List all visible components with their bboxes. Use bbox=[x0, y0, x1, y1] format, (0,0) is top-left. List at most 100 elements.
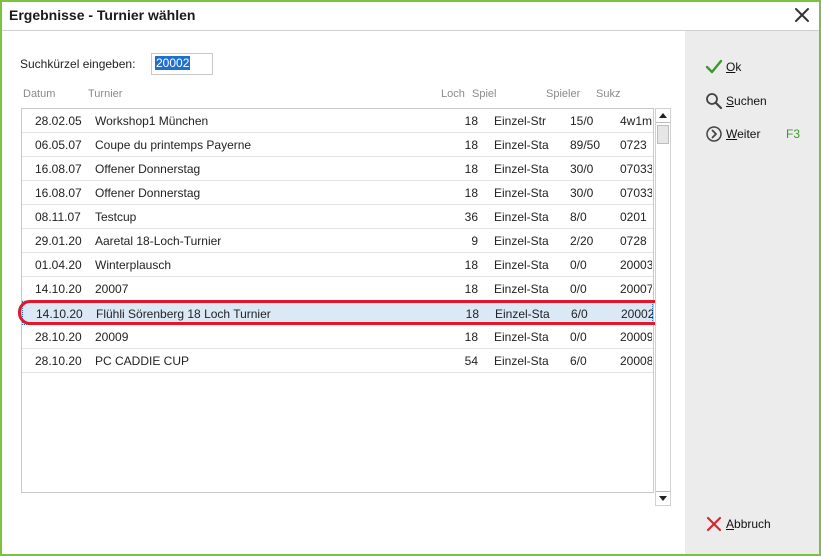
cell-spieler: 30/0 bbox=[570, 186, 594, 200]
table-row[interactable]: 16.08.07 Offener Donnerstag 18 Einzel-Sta 30… bbox=[22, 157, 653, 181]
cell-loch: 36 bbox=[464, 210, 478, 224]
cell-turnier: Offener Donnerstag bbox=[95, 186, 201, 200]
cell-spieler: 2/20 bbox=[570, 234, 594, 248]
suchen-button[interactable]: Suchen bbox=[705, 91, 767, 111]
cell-spiel: Einzel-Sta bbox=[494, 186, 549, 200]
table-row[interactable]: 29.01.20 Aaretal 18-Loch-Turnier 9 Einzel-S… bbox=[22, 229, 653, 253]
cell-spieler: 6/0 bbox=[570, 354, 587, 368]
cell-loch: 18 bbox=[464, 114, 478, 128]
cell-spiel: Einzel-Sta bbox=[494, 210, 549, 224]
cell-spiel: Einzel-Sta bbox=[494, 282, 549, 296]
tournament-list[interactable]: 28.02.05 Workshop1 München 18 Einzel-Str 15/… bbox=[21, 108, 654, 493]
cell-loch: 54 bbox=[464, 354, 478, 368]
ok-label-rest: k bbox=[735, 60, 742, 74]
table-row-selected[interactable]: 14.10.20 Flühli Sörenberg 18 Loch Turnier… bbox=[22, 301, 653, 325]
column-header-turnier[interactable]: Turnier bbox=[88, 88, 122, 100]
cell-turnier: Workshop1 München bbox=[95, 114, 209, 128]
column-header-spiel[interactable]: Spiel bbox=[472, 88, 496, 100]
cell-spieler: 8/0 bbox=[570, 210, 587, 224]
cell-sukz: 20009 bbox=[620, 330, 652, 344]
column-header-loch[interactable]: Loch bbox=[441, 88, 465, 100]
cell-spieler: 89/50 bbox=[570, 138, 601, 152]
cell-spieler: 0/0 bbox=[570, 258, 587, 272]
column-header-datum[interactable]: Datum bbox=[23, 88, 55, 100]
table-row[interactable]: 16.08.07 Offener Donnerstag 18 Einzel-Sta 30… bbox=[22, 181, 653, 205]
chevron-circle-icon bbox=[706, 126, 722, 142]
table-row[interactable]: 28.10.20 20009 18 Einzel-Sta 0/0 20009 bbox=[22, 325, 653, 349]
cell-loch: 18 bbox=[464, 282, 478, 296]
cell-sukz: 4w1m bbox=[620, 114, 652, 128]
cell-datum: 28.02.05 bbox=[35, 114, 82, 128]
cross-icon bbox=[706, 516, 722, 532]
cell-datum: 16.08.07 bbox=[35, 186, 82, 200]
action-panel: Ok Suchen Weiter F3 Abbruch bbox=[685, 31, 819, 554]
cell-spiel: Einzel-Sta bbox=[494, 258, 549, 272]
check-icon bbox=[705, 59, 723, 74]
suchen-label-rest: uchen bbox=[734, 94, 767, 108]
title-bar: Ergebnisse - Turnier wählen bbox=[2, 2, 819, 31]
table-row[interactable]: 01.04.20 Winterplausch 18 Einzel-Sta 0/0 2000… bbox=[22, 253, 653, 277]
cell-loch: 18 bbox=[464, 162, 478, 176]
cell-loch: 18 bbox=[464, 258, 478, 272]
cell-spieler: 0/0 bbox=[570, 282, 587, 296]
table-row[interactable]: 28.02.05 Workshop1 München 18 Einzel-Str 15/… bbox=[22, 109, 653, 133]
cell-datum: 14.10.20 bbox=[35, 282, 82, 296]
column-header-spieler[interactable]: Spieler bbox=[546, 88, 580, 100]
cell-spiel: Einzel-Sta bbox=[494, 234, 549, 248]
ok-button[interactable]: Ok bbox=[705, 57, 741, 77]
ok-label-mnemonic: O bbox=[726, 60, 736, 74]
cell-loch: 18 bbox=[464, 186, 478, 200]
weiter-label-mnemonic: W bbox=[726, 127, 738, 141]
scroll-thumb[interactable] bbox=[657, 125, 669, 144]
cell-sukz: 20008 bbox=[620, 354, 652, 368]
cell-sukz: 20007 bbox=[620, 282, 652, 296]
cell-sukz: 20003 bbox=[620, 258, 652, 272]
cell-turnier: Flühli Sörenberg 18 Loch Turnier bbox=[96, 307, 271, 321]
scroll-up-arrow-icon[interactable] bbox=[656, 109, 670, 123]
abbruch-button[interactable]: Abbruch bbox=[705, 514, 771, 534]
cell-turnier: 20009 bbox=[95, 330, 129, 344]
cell-turnier: Coupe du printemps Payerne bbox=[95, 138, 252, 152]
cell-turnier: Aaretal 18-Loch-Turnier bbox=[95, 234, 222, 248]
cell-sukz: 20002 bbox=[621, 307, 653, 321]
cell-spiel: Einzel-Sta bbox=[494, 354, 549, 368]
cell-spieler: 30/0 bbox=[570, 162, 594, 176]
cell-datum: 16.08.07 bbox=[35, 162, 82, 176]
cell-datum: 14.10.20 bbox=[36, 307, 83, 321]
cell-datum: 28.10.20 bbox=[35, 330, 82, 344]
cell-spieler: 15/0 bbox=[570, 114, 594, 128]
cell-spiel: Einzel-Sta bbox=[495, 307, 550, 321]
cell-turnier: PC CADDIE CUP bbox=[95, 354, 190, 368]
suchen-label-mnemonic: S bbox=[726, 94, 735, 108]
cell-turnier: Testcup bbox=[95, 210, 137, 224]
magnifier-icon bbox=[706, 93, 723, 110]
vertical-scrollbar[interactable] bbox=[655, 108, 671, 506]
table-row[interactable]: 14.10.20 20007 18 Einzel-Sta 0/0 20007 bbox=[22, 277, 653, 301]
table-row[interactable]: 28.10.20 PC CADDIE CUP 54 Einzel-Sta 6/0 2000… bbox=[22, 349, 653, 373]
cell-datum: 01.04.20 bbox=[35, 258, 82, 272]
cell-sukz: 07033 bbox=[620, 186, 652, 200]
cell-sukz: 0201 bbox=[620, 210, 647, 224]
search-input[interactable]: 20002 bbox=[151, 53, 213, 75]
abbruch-label-mnemonic: A bbox=[726, 517, 735, 531]
window-title: Ergebnisse - Turnier wählen bbox=[9, 7, 196, 23]
cell-spiel: Einzel-Sta bbox=[494, 330, 549, 344]
scroll-down-arrow-icon[interactable] bbox=[656, 491, 670, 505]
cell-loch: 9 bbox=[471, 234, 478, 248]
weiter-button[interactable]: Weiter F3 bbox=[705, 124, 805, 144]
dialog-window: Ergebnisse - Turnier wählen Suchkürzel e… bbox=[0, 0, 821, 556]
weiter-hotkey: F3 bbox=[786, 127, 801, 141]
column-header-sukz[interactable]: Sukz bbox=[596, 88, 620, 100]
cell-datum: 29.01.20 bbox=[35, 234, 82, 248]
search-input-value: 20002 bbox=[155, 56, 191, 70]
cell-spieler: 0/0 bbox=[570, 330, 587, 344]
cell-loch: 18 bbox=[464, 330, 478, 344]
cell-loch: 18 bbox=[465, 307, 479, 321]
table-row[interactable]: 08.11.07 Testcup 36 Einzel-Sta 8/0 0201 bbox=[22, 205, 653, 229]
close-icon[interactable] bbox=[793, 6, 811, 24]
cell-datum: 06.05.07 bbox=[35, 138, 82, 152]
cell-sukz: 07033 bbox=[620, 162, 652, 176]
abbruch-label-rest: bbruch bbox=[734, 517, 771, 531]
cell-sukz: 0728 bbox=[620, 234, 647, 248]
table-row[interactable]: 06.05.07 Coupe du printemps Payerne 18 Einz… bbox=[22, 133, 653, 157]
